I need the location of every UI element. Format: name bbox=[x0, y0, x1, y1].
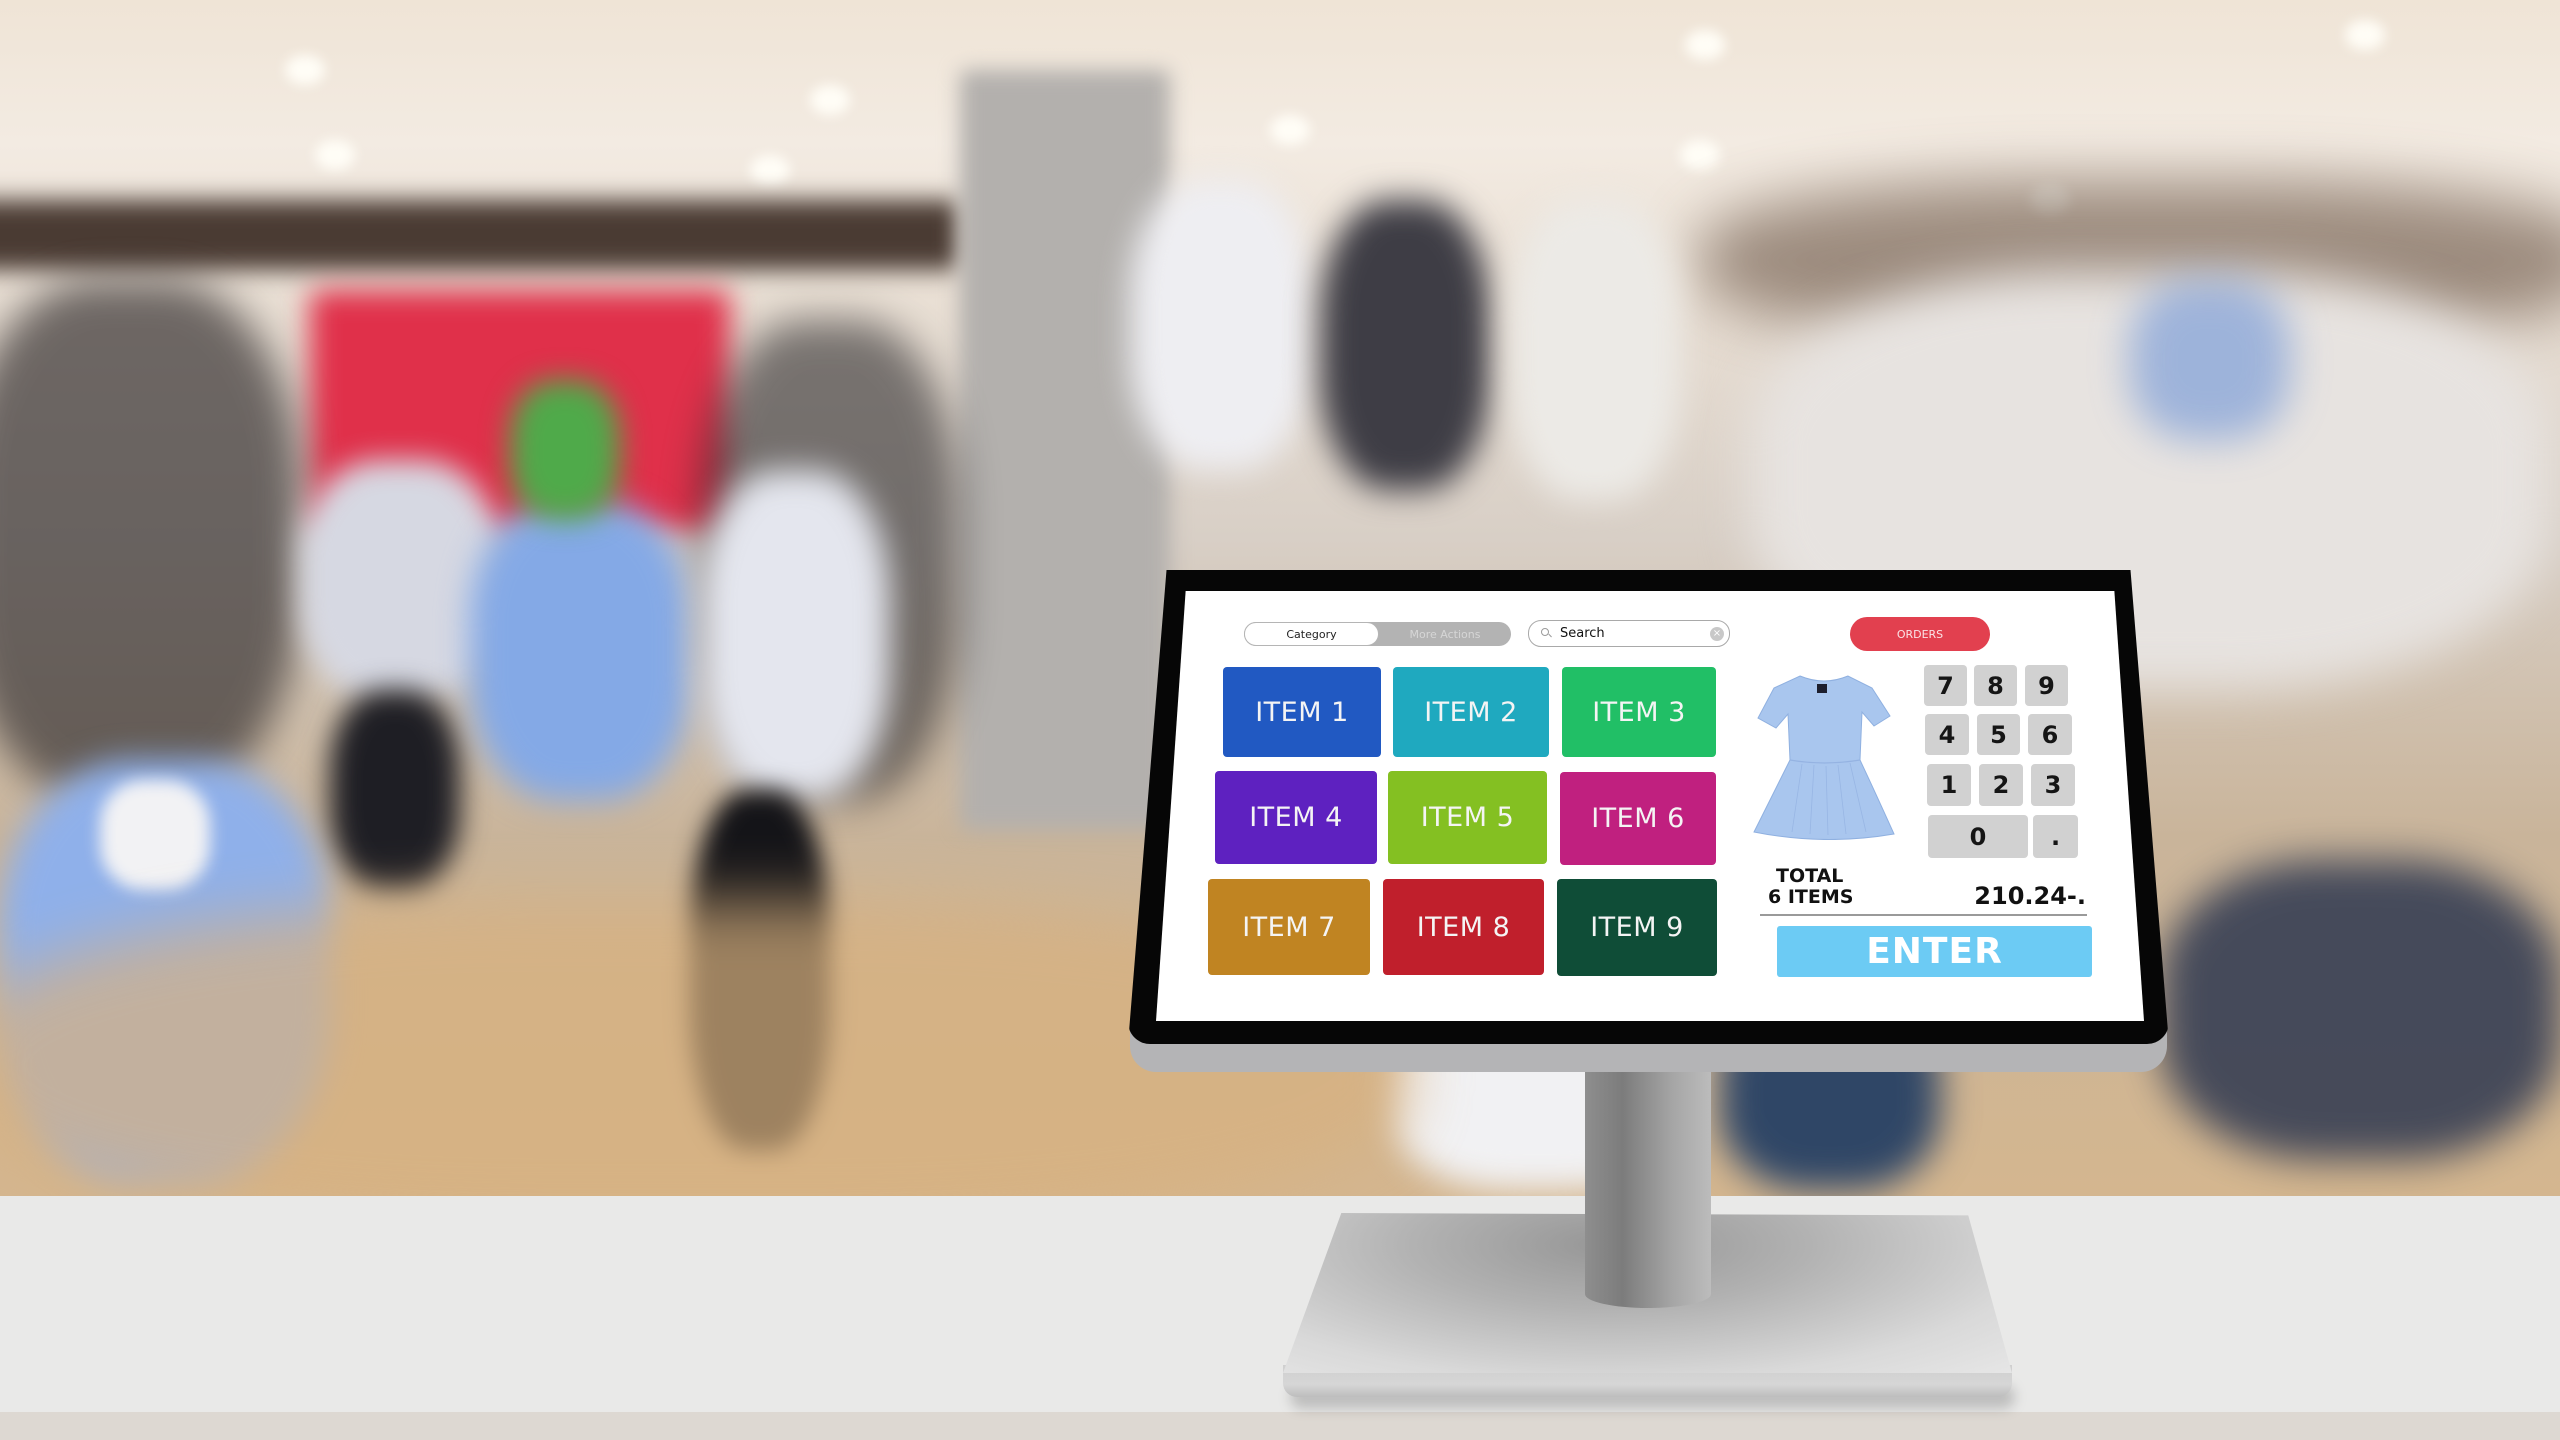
right-blue-garment bbox=[2130, 280, 2290, 440]
item-3-button[interactable]: ITEM 3 bbox=[1562, 667, 1716, 757]
ceiling-light bbox=[315, 140, 355, 170]
folded-dark-clothes bbox=[2160, 860, 2560, 1160]
total-divider bbox=[1760, 914, 2087, 916]
center-shirt bbox=[1130, 180, 1310, 470]
ceiling-light bbox=[1680, 140, 1720, 170]
search-input[interactable]: Search × bbox=[1528, 620, 1730, 647]
search-value: Search bbox=[1560, 626, 1605, 641]
mannequin-shorts bbox=[330, 690, 460, 890]
key-6[interactable]: 6 bbox=[2028, 714, 2072, 755]
item-8-button[interactable]: ITEM 8 bbox=[1383, 879, 1544, 975]
tab-more-actions[interactable]: More Actions bbox=[1379, 622, 1511, 646]
key-4[interactable]: 4 bbox=[1925, 714, 1969, 755]
ceiling-track bbox=[0, 200, 960, 270]
total-amount: 210.24-. bbox=[1974, 882, 2086, 910]
cream-shirt bbox=[1510, 200, 1680, 500]
ceiling-light bbox=[810, 85, 850, 115]
plant bbox=[510, 380, 620, 520]
pillar bbox=[960, 70, 1170, 830]
item-9-button[interactable]: ITEM 9 bbox=[1557, 879, 1717, 976]
enter-button[interactable]: ENTER bbox=[1777, 926, 2092, 977]
item-count-label: 6 ITEMS bbox=[1768, 886, 1854, 908]
tab-category[interactable]: Category bbox=[1244, 622, 1379, 646]
key-9[interactable]: 9 bbox=[2025, 665, 2068, 706]
key-decimal[interactable]: . bbox=[2033, 815, 2078, 858]
price-sign bbox=[100, 780, 210, 890]
ceiling-light bbox=[2345, 20, 2385, 50]
key-7[interactable]: 7 bbox=[1924, 665, 1967, 706]
mannequin-white bbox=[700, 470, 890, 800]
item-1-button[interactable]: ITEM 1 bbox=[1223, 667, 1381, 757]
key-8[interactable]: 8 bbox=[1974, 665, 2017, 706]
product-dress-image bbox=[1753, 675, 1895, 840]
mannequin-blue-shirt bbox=[470, 500, 690, 800]
item-7-button[interactable]: ITEM 7 bbox=[1208, 879, 1370, 975]
item-4-button[interactable]: ITEM 4 bbox=[1215, 771, 1377, 864]
shelf-left bbox=[0, 280, 300, 800]
magnifier-icon bbox=[1541, 628, 1552, 639]
key-0[interactable]: 0 bbox=[1928, 815, 2028, 858]
item-2-button[interactable]: ITEM 2 bbox=[1393, 667, 1549, 757]
dark-shirt bbox=[1320, 200, 1490, 490]
segmented-control: Category More Actions bbox=[1244, 622, 1511, 646]
ceiling-light bbox=[750, 155, 790, 185]
key-5[interactable]: 5 bbox=[1977, 714, 2020, 755]
key-2[interactable]: 2 bbox=[1979, 764, 2023, 806]
key-3[interactable]: 3 bbox=[2031, 764, 2075, 806]
key-1[interactable]: 1 bbox=[1927, 764, 1971, 806]
ceiling-light bbox=[1270, 115, 1310, 145]
item-6-button[interactable]: ITEM 6 bbox=[1560, 772, 1716, 865]
ceiling-light bbox=[1685, 30, 1725, 60]
counter-front-edge bbox=[0, 1412, 2560, 1440]
ceiling-light bbox=[285, 55, 325, 85]
stand-neck bbox=[1585, 1070, 1711, 1308]
orders-button[interactable]: ORDERS bbox=[1850, 617, 1990, 651]
item-5-button[interactable]: ITEM 5 bbox=[1388, 771, 1547, 864]
total-label-block: TOTAL 6 ITEMS bbox=[1768, 866, 1853, 908]
total-label: TOTAL bbox=[1776, 865, 1844, 887]
counter-top bbox=[0, 1196, 2560, 1412]
clear-x-icon[interactable]: × bbox=[1710, 626, 1724, 641]
